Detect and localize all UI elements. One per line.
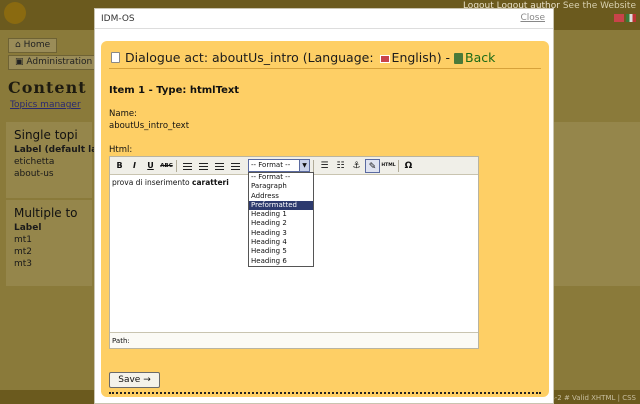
back-icon[interactable] (454, 53, 464, 64)
multiple-topics-panel: Multiple to Label mt1 mt2 mt3 (6, 200, 92, 286)
single-topics-panel: Single topi Label (default la etichetta … (6, 122, 98, 198)
html-label: Html: (109, 145, 133, 155)
format-option[interactable]: Heading 1 (249, 210, 313, 219)
see-website-link[interactable]: See the Website (563, 1, 636, 11)
multiple-row: mt3 (14, 259, 33, 269)
single-row: etichetta (14, 157, 55, 167)
format-option[interactable]: Paragraph (249, 182, 313, 191)
site-logo-icon (4, 2, 26, 24)
flag-it-icon[interactable] (626, 13, 636, 22)
arrow-right-icon: → (143, 375, 151, 385)
dotted-divider (109, 392, 541, 394)
format-option[interactable]: Heading 5 (249, 247, 313, 256)
dialog-title-prefix: Dialogue act: aboutUs_intro (Language: (125, 50, 374, 65)
align-center-icon[interactable] (196, 159, 211, 173)
admin-icon: ▣ (15, 57, 24, 67)
dialog-title: Dialogue act: aboutUs_intro (Language: E… (125, 50, 495, 65)
format-option[interactable]: Heading 6 (249, 257, 313, 266)
background-content-title: Content (8, 78, 87, 97)
format-option[interactable]: Heading 4 (249, 238, 313, 247)
align-right-icon[interactable] (212, 159, 227, 173)
nav-tab-home-label: Home (23, 40, 51, 50)
name-value: aboutUs_intro_text (109, 121, 190, 131)
editor-content-plain: prova di inserimento (112, 178, 193, 187)
single-row: Label (default la (14, 145, 98, 155)
bold-button[interactable]: B (112, 159, 127, 173)
multiple-row: Label (14, 223, 42, 233)
multiple-row: mt1 (14, 235, 33, 245)
editor-path-bar: Path: (110, 332, 478, 348)
flag-en-icon[interactable] (614, 13, 624, 22)
chevron-down-icon[interactable]: ▼ (299, 160, 309, 171)
background-nav: ⌂ Home ▣ Administration (8, 38, 100, 72)
valid-xhtml-text: S-2 # Valid XHTML | CSS (550, 394, 636, 402)
underline-button[interactable]: U (143, 159, 158, 173)
numbered-list-icon[interactable]: ☷ (333, 159, 348, 173)
format-option[interactable]: Address (249, 192, 313, 201)
nav-tab-administration[interactable]: ▣ Administration (8, 55, 100, 70)
toolbar-separator (398, 160, 399, 172)
html-editor[interactable]: B I U ABC -- Format -- ▼ ☰ ☷ ⚓ ✎ HTML Ω … (109, 156, 479, 349)
editor-content-bold: caratteri (192, 178, 229, 187)
format-option-highlighted[interactable]: Preformatted (249, 200, 313, 211)
format-dropdown-list[interactable]: -- Format -- Paragraph Address Preformat… (248, 172, 314, 267)
single-topics-title: Single topi (14, 128, 78, 142)
strikethrough-button[interactable]: ABC (159, 159, 174, 173)
bullet-list-icon[interactable]: ☰ (317, 159, 332, 173)
format-option[interactable]: Heading 3 (249, 229, 313, 238)
back-link[interactable]: Back (465, 50, 495, 65)
modal-title: IDM-OS (101, 14, 135, 24)
italic-button[interactable]: I (127, 159, 142, 173)
html-source-button[interactable]: HTML (381, 159, 396, 173)
topics-manager-link[interactable]: Topics manager (10, 100, 81, 110)
multiple-row: mt2 (14, 247, 33, 257)
modal-window: IDM-OS Close Dialogue act: aboutUs_intro… (94, 8, 554, 404)
dialog-header: Dialogue act: aboutUs_intro (Language: E… (109, 47, 541, 69)
home-icon: ⌂ (15, 40, 21, 50)
language-flag-icon (379, 54, 390, 63)
dialog-panel: Dialogue act: aboutUs_intro (Language: E… (101, 41, 549, 397)
modal-close-link[interactable]: Close (520, 13, 545, 23)
toolbar-separator (313, 160, 314, 172)
nav-tab-home[interactable]: ⌂ Home (8, 38, 58, 53)
align-left-icon[interactable] (180, 159, 195, 173)
single-row: about-us (14, 169, 54, 179)
nav-tab-administration-label: Administration (26, 57, 93, 67)
format-option[interactable]: -- Format -- (249, 173, 313, 182)
dialog-title-suffix: ) - (436, 50, 451, 65)
editor-content[interactable]: prova di inserimento caratteri (112, 178, 229, 187)
document-icon (111, 52, 120, 63)
anchor-icon[interactable]: ⚓ (349, 159, 364, 173)
save-button-label: Save (118, 375, 141, 385)
cleanup-icon[interactable]: ✎ (365, 159, 380, 173)
multiple-topics-title: Multiple to (14, 206, 78, 220)
name-label: Name: (109, 109, 137, 119)
align-justify-icon[interactable] (228, 159, 243, 173)
format-select-value: -- Format -- (251, 161, 291, 169)
background-right-panel (548, 122, 640, 286)
save-button[interactable]: Save → (109, 372, 160, 388)
format-select[interactable]: -- Format -- ▼ (248, 159, 310, 172)
format-option[interactable]: Heading 2 (249, 219, 313, 228)
toolbar-separator (176, 160, 177, 172)
special-char-button[interactable]: Ω (401, 159, 416, 173)
item-heading: Item 1 - Type: htmlText (109, 85, 240, 96)
modal-titlebar: IDM-OS Close (95, 9, 553, 29)
dialog-language: English (391, 50, 437, 65)
